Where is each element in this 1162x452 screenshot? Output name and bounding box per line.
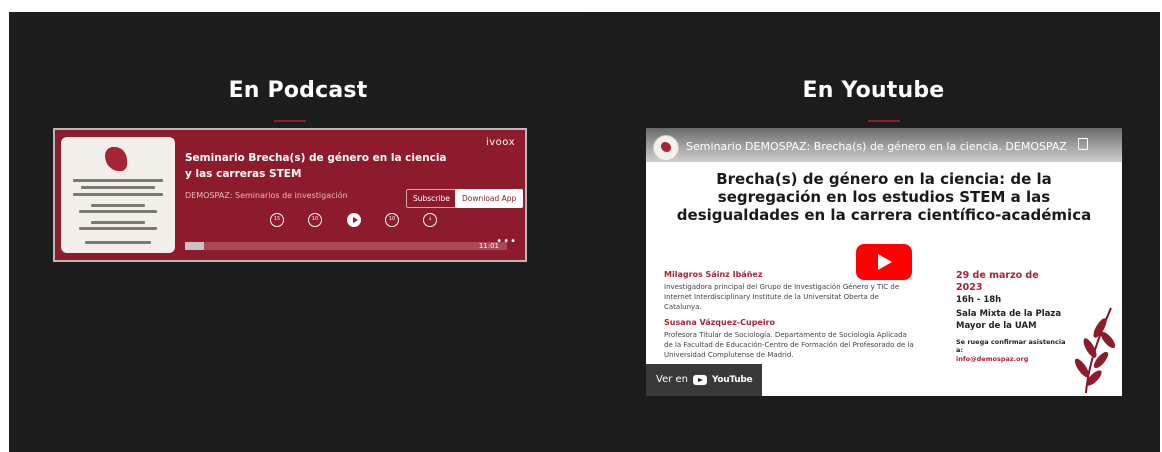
youtube-section: En Youtube Brecha(s) de género en la cie…	[587, 12, 1160, 452]
rewind-icon[interactable]: 15	[270, 213, 284, 227]
download-icon[interactable]: ↓	[423, 213, 437, 227]
speaker-1-description: Investigadora principal del Grupo de Inv…	[664, 283, 900, 311]
forward-icon[interactable]: 10	[385, 213, 399, 227]
youtube-embed[interactable]: Brecha(s) de género en la ciencia: de la…	[646, 128, 1122, 396]
olive-branch-icon	[1074, 307, 1116, 393]
play-icon[interactable]	[347, 213, 361, 227]
video-headline: Brecha(s) de género en la ciencia: de la…	[676, 170, 1092, 224]
event-time: 16h - 18h	[956, 295, 1002, 305]
watch-on-youtube-button[interactable]: Ver en YouTube	[646, 364, 763, 396]
event-info-block: 29 de marzo de 2023 16h - 18h Sala Mixta…	[956, 270, 1066, 364]
speakers-block: Milagros Sáinz Ibáñez Investigadora prin…	[664, 270, 914, 360]
podcast-heading: En Podcast	[228, 78, 368, 103]
podcast-cover-image[interactable]	[61, 137, 175, 253]
rsvp-text: Se ruega confirmar asistencia a:	[956, 338, 1066, 354]
podcast-section: En Podcast ivoox Seminario Brecha(s) de …	[9, 12, 587, 452]
speaker-2-description: Profesora Titular de Sociología. Departa…	[664, 331, 914, 359]
video-title-bar[interactable]: Seminario DEMOSPAZ: Brecha(s) de género …	[646, 128, 1122, 162]
ivoox-logo[interactable]: ivoox	[486, 137, 515, 148]
play-button[interactable]	[856, 244, 912, 280]
podcast-heading-underline	[274, 120, 306, 122]
subscribe-button[interactable]: Subscribe	[406, 189, 457, 208]
event-place: Sala Mixta de la Plaza Mayor de la UAM	[956, 309, 1062, 331]
rsvp-email: info@demospaz.org	[956, 355, 1029, 363]
episode-title[interactable]: Seminario Brecha(s) de género en la cien…	[185, 150, 455, 182]
cover-logo-icon	[105, 147, 127, 171]
video-title[interactable]: Seminario DEMOSPAZ: Brecha(s) de género …	[686, 140, 1076, 153]
progress-fill	[185, 242, 205, 250]
podcast-player[interactable]: ivoox Seminario Brecha(s) de género en l…	[53, 128, 527, 262]
youtube-logo-text: YouTube	[712, 375, 753, 385]
channel-avatar[interactable]	[653, 135, 679, 161]
back-icon[interactable]: 10	[308, 213, 322, 227]
copy-link-icon[interactable]	[1078, 138, 1088, 150]
youtube-heading: En Youtube	[802, 78, 945, 103]
channel-name[interactable]: DEMOSPAZ: Seminarios de investigación	[185, 191, 348, 200]
speaker-2-name: Susana Vázquez-Cupeiro	[664, 318, 776, 327]
progress-bar[interactable]	[185, 242, 507, 250]
youtube-logo-icon	[693, 375, 707, 385]
watch-on-label: Ver en	[656, 374, 688, 385]
event-date: 29 de marzo de 2023	[956, 270, 1039, 293]
youtube-heading-underline	[868, 120, 900, 122]
download-app-button[interactable]: Download App	[455, 189, 524, 208]
more-options-icon[interactable]: •••	[496, 236, 517, 247]
